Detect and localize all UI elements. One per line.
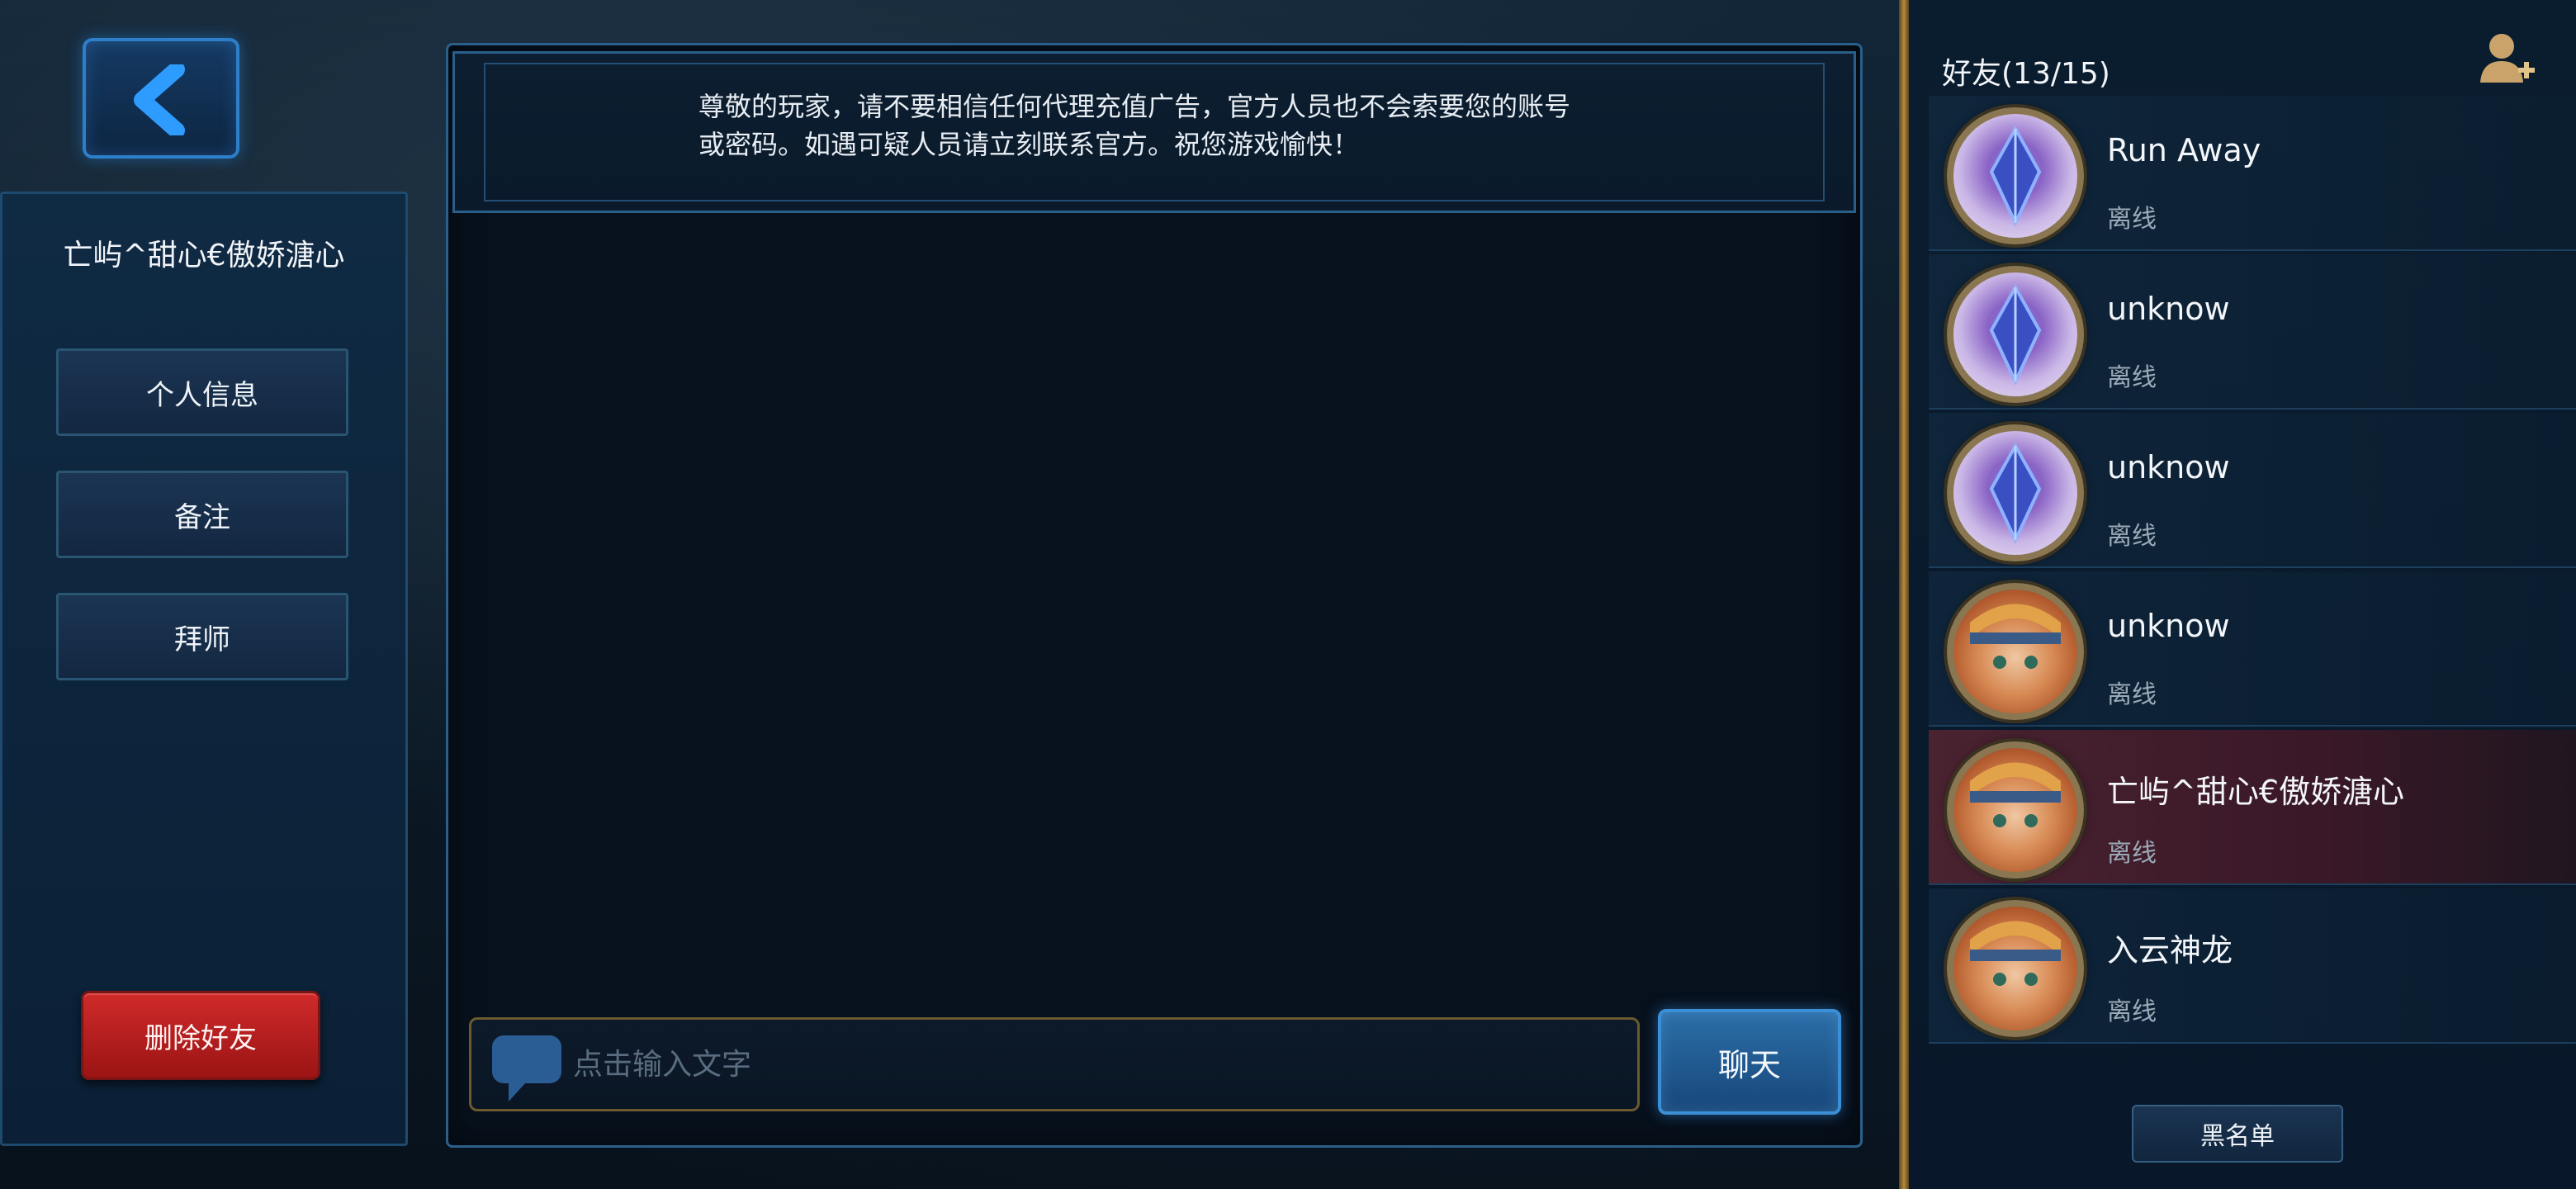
blacklist-button[interactable]: 黑名单 [2132,1105,2343,1163]
avatar [1947,424,2084,561]
hero-avatar-icon [1970,762,2061,827]
notice-text: 尊敬的玩家，请不要相信任何代理充值广告，官方人员也不会索要您的账号 或密码。如遇… [698,88,1640,163]
remark-button[interactable]: 备注 [56,471,348,558]
crystal-avatar-icon [1989,442,2042,544]
friend-status: 离线 [2107,363,2157,392]
friend-status: 离线 [2107,997,2157,1026]
friend-status: 离线 [2107,839,2157,868]
notice-line: 或密码。如遇可疑人员请立刻联系官方。祝您游戏愉快！ [698,129,1360,160]
panel-divider [1899,0,1909,1189]
button-label: 拜师 [174,623,230,656]
crystal-avatar-icon [1989,125,2042,227]
personal-info-button[interactable]: 个人信息 [56,348,348,436]
back-button[interactable] [83,38,239,159]
friend-row[interactable]: 入云神龙 离线 [1929,888,2576,1044]
friend-list[interactable]: Run Away 离线 unknow 离线 unknow 离线 unknow 离… [1929,96,2576,1078]
friend-row[interactable]: Run Away 离线 [1929,96,2576,251]
friend-status: 离线 [2107,205,2157,234]
add-friend-icon[interactable] [2477,28,2536,88]
friends-title: 好友(13/15) [1942,57,2110,91]
friend-name: unknow [2107,291,2230,327]
chevron-left-icon [134,64,185,135]
avatar [1947,583,2084,720]
profile-name: 亡屿^甜心€傲娇溏心 [63,239,345,272]
crystal-avatar-icon [1989,283,2042,386]
avatar [1947,900,2084,1037]
delete-friend-button[interactable]: 删除好友 [81,991,320,1080]
avatar [1947,107,2084,244]
friend-name: unknow [2107,449,2230,486]
chat-input-placeholder: 点击输入文字 [573,1048,752,1082]
button-label: 黑名单 [2200,1122,2275,1151]
friend-name: unknow [2107,608,2230,644]
apprentice-button[interactable]: 拜师 [56,593,348,680]
friend-name: 亡屿^甜心€傲娇溏心 [2107,774,2405,810]
friend-row[interactable]: unknow 离线 [1929,254,2576,410]
hero-avatar-icon [1970,921,2061,986]
chat-send-button[interactable]: 聊天 [1658,1009,1841,1115]
button-label: 个人信息 [146,378,258,412]
friend-name: Run Away [2107,132,2261,168]
chat-bubble-icon [492,1035,561,1101]
friend-name: 入云神龙 [2107,932,2233,969]
friend-status: 离线 [2107,522,2157,551]
avatar [1947,741,2084,879]
button-label: 删除好友 [144,1021,257,1055]
friend-status: 离线 [2107,680,2157,709]
button-label: 聊天 [1717,1046,1781,1083]
button-label: 备注 [174,500,230,534]
notice-line: 尊敬的玩家，请不要相信任何代理充值广告，官方人员也不会索要您的账号 [698,91,1571,122]
friend-row[interactable]: unknow 离线 [1929,571,2576,727]
hero-avatar-icon [1970,604,2061,669]
friend-row[interactable]: unknow 离线 [1929,413,2576,568]
friend-row-selected[interactable]: 亡屿^甜心€傲娇溏心 离线 [1929,730,2576,885]
avatar [1947,266,2084,403]
